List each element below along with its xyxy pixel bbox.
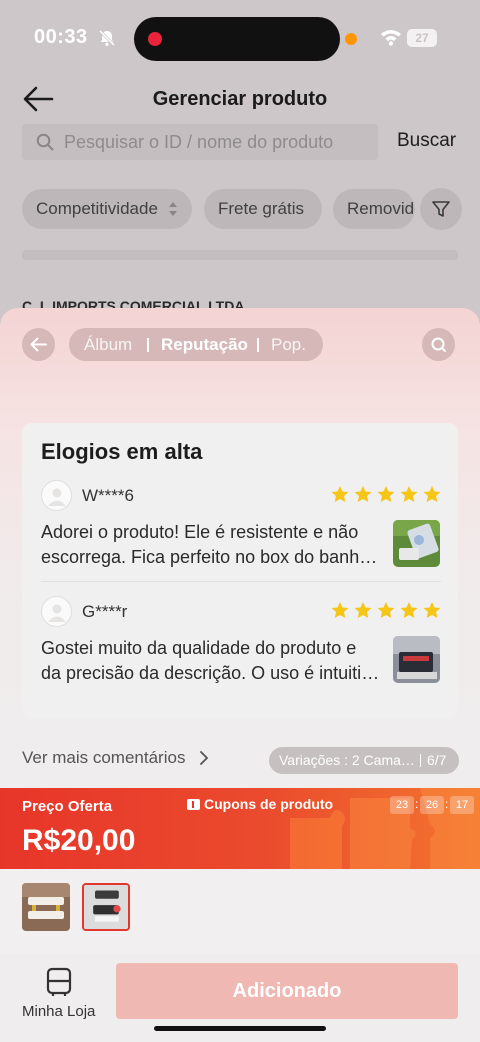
timer-colon: :	[415, 797, 419, 811]
filter-chip-frete-gratis[interactable]: Frete grátis	[204, 189, 322, 229]
offer-label: Preço Oferta	[22, 798, 113, 815]
chevron-right-icon	[200, 751, 208, 765]
home-indicator	[154, 1026, 326, 1031]
review-line: escorrega. Fica perfeito no box do banhe…	[41, 547, 381, 567]
sheet-back-button[interactable]	[22, 328, 55, 361]
product-detail-sheet: Álbum Reputação Pop. Elogios em alta W**…	[0, 308, 480, 1042]
coupon-icon	[187, 799, 200, 810]
review-photo[interactable]	[393, 520, 440, 567]
review-text: Adorei o produto! Ele é resistente e não…	[41, 520, 381, 570]
add-button[interactable]: Adicionado	[116, 963, 458, 1019]
user-icon	[48, 488, 66, 506]
coupon-label: Cupons de produto	[204, 796, 334, 812]
page-title: Gerenciar produto	[152, 88, 328, 110]
search-icon	[431, 337, 446, 352]
timer-seconds: 17	[450, 796, 474, 814]
recording-indicator	[148, 32, 162, 46]
review-text: Gostei muito da qualidade do produto e d…	[41, 636, 381, 686]
filter-chip-removido[interactable]: Removido	[333, 189, 415, 229]
wifi-icon	[381, 30, 401, 46]
variant-thumbnails	[0, 869, 480, 953]
sort-arrows-icon	[169, 202, 177, 216]
filter-chip-competitividade[interactable]: Competitividade	[22, 189, 192, 229]
see-more-comments-link[interactable]: Ver mais comentários	[22, 748, 185, 768]
tab-pop[interactable]: Pop.	[271, 335, 306, 355]
filter-button[interactable]	[420, 188, 462, 230]
search-icon	[36, 133, 54, 151]
filter-chip-label: Competitividade	[36, 199, 158, 218]
review-photo[interactable]	[393, 636, 440, 683]
variants-label: Variações : 2 Camadas	[279, 752, 419, 768]
reviewer-name: W****6	[82, 486, 134, 505]
user-icon	[48, 604, 66, 622]
review-line: Adorei o produto! Ele é resistente e não	[41, 522, 359, 542]
list-placeholder-bar	[22, 250, 458, 260]
tab-divider	[257, 338, 259, 352]
variant-thumbnail[interactable]	[22, 883, 70, 931]
review-line: Gostei muito da qualidade do produto e	[41, 638, 357, 658]
star-rating	[331, 602, 441, 618]
my-store-label[interactable]: Minha Loja	[22, 1003, 95, 1020]
avatar	[41, 596, 72, 627]
search-button[interactable]: Buscar	[397, 130, 456, 152]
top-reviews-card: Elogios em alta W****6 Adorei o produto!…	[22, 423, 458, 719]
offer-banner: Preço Oferta R$20,00 Cupons de produto 2…	[0, 788, 480, 869]
variants-indicator[interactable]: Variações : 2 Camadas 6/7	[269, 747, 459, 774]
dynamic-island	[134, 17, 340, 61]
timer-colon: :	[445, 797, 449, 811]
review-item[interactable]: G****r Gostei muito da qualidade do prod…	[41, 596, 441, 706]
sheet-search-button[interactable]	[422, 328, 455, 361]
back-arrow-icon	[30, 337, 47, 352]
card-title: Elogios em alta	[41, 439, 203, 464]
search-placeholder: Pesquisar o ID / nome do produto	[64, 132, 334, 152]
timer-hours: 23	[390, 796, 414, 814]
variants-counter: 6/7	[427, 752, 447, 768]
store-icon[interactable]	[46, 967, 72, 997]
reviewer-name: G****r	[82, 602, 128, 621]
coupon-link[interactable]: Cupons de produto	[187, 796, 333, 812]
bell-off-icon	[98, 29, 116, 47]
battery-indicator: 27	[407, 29, 437, 47]
star-rating	[331, 486, 441, 502]
funnel-icon	[432, 201, 450, 217]
filter-chip-label: Removido	[347, 199, 415, 218]
avatar	[41, 480, 72, 511]
status-time: 00:33	[34, 26, 88, 48]
tab-reputacao[interactable]: Reputação	[161, 335, 248, 355]
section-tabs: Álbum Reputação Pop.	[69, 328, 323, 361]
timer-minutes: 26	[420, 796, 444, 814]
offer-price: R$20,00	[22, 824, 136, 857]
variant-thumbnail-selected[interactable]	[82, 883, 130, 931]
review-divider	[41, 581, 441, 582]
privacy-indicator	[345, 33, 357, 45]
tab-album[interactable]: Álbum	[84, 335, 132, 355]
review-line: da precisão da descrição. O uso é intuit…	[41, 663, 381, 683]
status-bar: 00:33 27	[0, 0, 480, 78]
review-item[interactable]: W****6 Adorei o produto! Ele é resistent…	[41, 480, 441, 590]
tab-divider	[147, 338, 149, 352]
filter-chip-label: Frete grátis	[218, 199, 304, 218]
search-input[interactable]: Pesquisar o ID / nome do produto	[22, 124, 378, 160]
variants-divider	[420, 754, 421, 767]
